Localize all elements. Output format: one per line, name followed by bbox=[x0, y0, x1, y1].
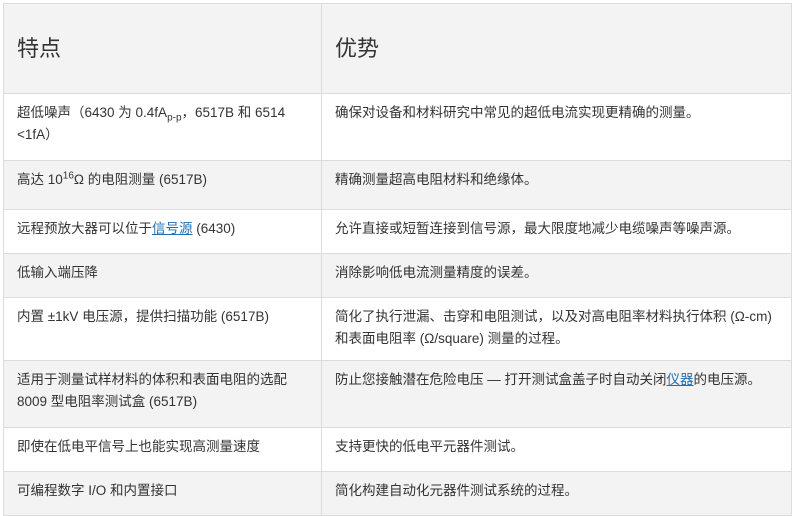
feature-text-suffix: (6430) bbox=[192, 221, 236, 236]
benefit-cell: 确保对设备和材料研究中常见的超低电流实现更精确的测量。 bbox=[321, 93, 792, 161]
feature-cell: 即使在低电平信号上也能实现高测量速度 bbox=[3, 427, 322, 472]
feature-cell: 内置 ±1kV 电压源，提供扫描功能 (6517B) bbox=[3, 297, 322, 361]
benefit-cell: 防止您接触潜在危险电压 — 打开测试盒盖子时自动关闭仪器的电压源。 bbox=[321, 360, 792, 428]
feature-superscript: 16 bbox=[62, 170, 74, 182]
table-header-row: 特点 优势 bbox=[3, 3, 792, 94]
feature-text: 远程预放大器可以位于 bbox=[17, 221, 152, 236]
benefit-cell: 简化构建自动化元器件测试系统的过程。 bbox=[321, 471, 792, 516]
feature-cell: 可编程数字 I/O 和内置接口 bbox=[3, 471, 322, 516]
header-benefit: 优势 bbox=[321, 3, 792, 94]
feature-cell: 高达 1016Ω 的电阻测量 (6517B) bbox=[3, 160, 322, 210]
benefit-cell: 支持更快的低电平元器件测试。 bbox=[321, 427, 792, 472]
table-row: 高达 1016Ω 的电阻测量 (6517B) 精确测量超高电阻材料和绝缘体。 bbox=[3, 160, 792, 210]
table-row: 低输入端压降 消除影响低电流测量精度的误差。 bbox=[3, 253, 792, 298]
benefit-cell: 简化了执行泄漏、击穿和电阻测试，以及对高电阻率材料执行体积 (Ω-cm) 和表面… bbox=[321, 297, 792, 361]
table-row: 内置 ±1kV 电压源，提供扫描功能 (6517B) 简化了执行泄漏、击穿和电阻… bbox=[3, 297, 792, 361]
instrument-link[interactable]: 仪器 bbox=[667, 372, 694, 387]
feature-cell: 低输入端压降 bbox=[3, 253, 322, 298]
feature-text: 超低噪声（6430 为 0.4fA bbox=[17, 105, 168, 120]
table-row: 超低噪声（6430 为 0.4fAp-p，6517B 和 6514 <1fA） … bbox=[3, 93, 792, 161]
feature-cell: 超低噪声（6430 为 0.4fAp-p，6517B 和 6514 <1fA） bbox=[3, 93, 322, 161]
feature-cell: 适用于测量试样材料的体积和表面电阻的选配 8009 型电阻率测试盒 (6517B… bbox=[3, 360, 322, 428]
benefit-cell: 消除影响低电流测量精度的误差。 bbox=[321, 253, 792, 298]
benefit-cell: 精确测量超高电阻材料和绝缘体。 bbox=[321, 160, 792, 210]
benefit-text: 防止您接触潜在危险电压 — 打开测试盒盖子时自动关闭 bbox=[335, 372, 667, 387]
features-table-container: 特点 优势 超低噪声（6430 为 0.4fAp-p，6517B 和 6514 … bbox=[3, 3, 792, 516]
signal-source-link[interactable]: 信号源 bbox=[152, 221, 193, 236]
table-row: 远程预放大器可以位于信号源 (6430) 允许直接或短暂连接到信号源，最大限度地… bbox=[3, 209, 792, 254]
feature-subscript: p-p bbox=[167, 112, 182, 124]
table-row: 可编程数字 I/O 和内置接口 简化构建自动化元器件测试系统的过程。 bbox=[3, 471, 792, 516]
feature-text-suffix: Ω 的电阻测量 (6517B) bbox=[73, 172, 208, 187]
benefit-cell: 允许直接或短暂连接到信号源，最大限度地减少电缆噪声等噪声源。 bbox=[321, 209, 792, 254]
table-row: 适用于测量试样材料的体积和表面电阻的选配 8009 型电阻率测试盒 (6517B… bbox=[3, 360, 792, 428]
features-benefits-table: 特点 优势 超低噪声（6430 为 0.4fAp-p，6517B 和 6514 … bbox=[3, 3, 792, 516]
benefit-text-suffix: 的电压源。 bbox=[693, 372, 762, 387]
header-feature: 特点 bbox=[3, 3, 322, 94]
table-row: 即使在低电平信号上也能实现高测量速度 支持更快的低电平元器件测试。 bbox=[3, 427, 792, 472]
feature-text: 高达 10 bbox=[17, 172, 63, 187]
feature-cell: 远程预放大器可以位于信号源 (6430) bbox=[3, 209, 322, 254]
